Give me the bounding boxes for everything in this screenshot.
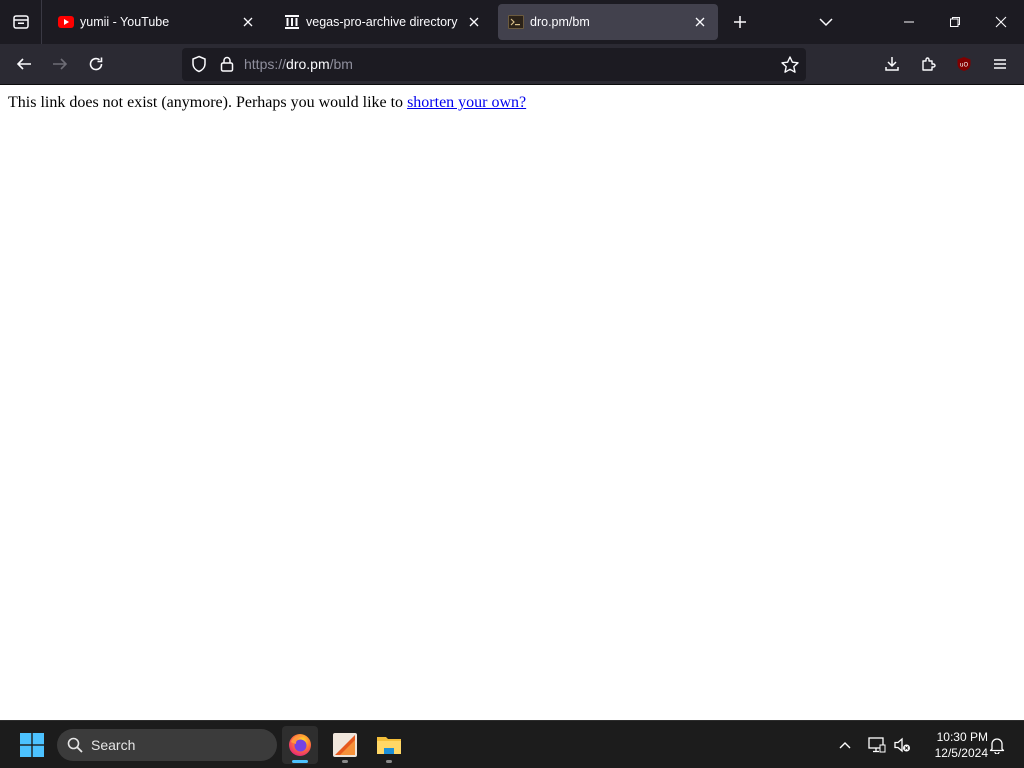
close-icon: [995, 16, 1007, 28]
taskbar-clock[interactable]: 10:30 PM 12/5/2024: [918, 729, 988, 761]
shorten-link[interactable]: shorten your own?: [407, 94, 526, 111]
tab-strip: yumii - YouTube vegas-pro-archive direct…: [0, 0, 1024, 44]
show-hidden-icons-button[interactable]: [833, 733, 857, 757]
extensions-button[interactable]: [914, 50, 942, 78]
minimize-icon: [904, 21, 914, 23]
running-indicator: [386, 760, 392, 763]
chevron-down-icon: [819, 18, 833, 27]
search-icon: [67, 737, 83, 753]
network-status-button[interactable]: [865, 733, 889, 757]
vegas-pro-icon: [333, 733, 357, 757]
tab-title: dro.pm/bm: [530, 15, 590, 29]
download-icon: [885, 57, 899, 71]
bookmark-star-icon[interactable]: [780, 55, 800, 75]
lock-icon[interactable]: [218, 55, 236, 73]
url-bar[interactable]: https://dro.pm/bm: [182, 48, 806, 81]
puzzle-icon: [922, 57, 936, 71]
youtube-icon: [58, 14, 74, 30]
firefox-view-icon: [12, 15, 29, 29]
downloads-button[interactable]: [878, 50, 906, 78]
reload-button[interactable]: [82, 50, 110, 78]
windows-start-icon[interactable]: [20, 733, 44, 757]
new-tab-button[interactable]: [728, 10, 752, 34]
tab-title: yumii - YouTube: [80, 15, 170, 29]
tab-close-icon[interactable]: [240, 14, 256, 30]
firefox-icon: [289, 734, 311, 756]
terminal-icon: [508, 14, 524, 30]
windows-taskbar: Search 10:30 PM 12/5/2024: [0, 720, 1024, 768]
hamburger-menu-icon: [994, 59, 1006, 69]
app-menu-button[interactable]: [986, 50, 1014, 78]
arrow-left-icon: [16, 58, 31, 70]
speaker-muted-icon: [894, 737, 910, 753]
network-icon: [868, 737, 886, 753]
arrow-right-icon: [53, 58, 68, 70]
notifications-button[interactable]: [985, 733, 1009, 757]
forward-button[interactable]: [46, 50, 74, 78]
clock-date: 12/5/2024: [934, 746, 988, 760]
running-indicator: [342, 760, 348, 763]
minimize-button[interactable]: [886, 0, 932, 44]
chevron-up-icon: [839, 742, 851, 749]
bell-icon: [989, 738, 1005, 754]
taskbar-vegas-pro[interactable]: [327, 726, 363, 764]
restore-icon: [950, 17, 960, 27]
tab-title: vegas-pro-archive directory listing: [306, 15, 460, 29]
firefox-view-button[interactable]: [0, 0, 42, 44]
taskbar-file-explorer[interactable]: [371, 726, 407, 764]
svg-text:uO: uO: [960, 62, 969, 69]
tab-close-icon[interactable]: [692, 14, 708, 30]
navigation-toolbar: https://dro.pm/bm uO: [0, 44, 1024, 85]
restore-button[interactable]: [932, 0, 978, 44]
taskbar-firefox[interactable]: [282, 726, 318, 764]
volume-button[interactable]: [890, 733, 914, 757]
url-text[interactable]: https://dro.pm/bm: [244, 56, 353, 72]
tab-archive[interactable]: vegas-pro-archive directory listing: [274, 4, 492, 40]
tab-youtube[interactable]: yumii - YouTube: [48, 4, 266, 40]
search-label: Search: [91, 737, 136, 753]
back-button[interactable]: [10, 50, 38, 78]
tab-dro-pm[interactable]: dro.pm/bm: [498, 4, 718, 40]
folder-icon: [377, 737, 401, 754]
taskbar-search[interactable]: Search: [57, 729, 277, 761]
plus-icon: [734, 16, 746, 28]
error-message-text: This link does not exist (anymore). Perh…: [8, 94, 408, 111]
page-content: This link does not exist (anymore). Perh…: [0, 85, 1024, 720]
list-all-tabs-button[interactable]: [814, 10, 838, 34]
archive-org-icon: [284, 14, 300, 30]
active-indicator: [292, 760, 308, 763]
ublock-origin-icon: uO: [957, 57, 971, 71]
tab-close-icon[interactable]: [466, 14, 482, 30]
close-window-button[interactable]: [978, 0, 1024, 44]
clock-time: 10:30 PM: [936, 730, 988, 744]
ublock-origin-button[interactable]: uO: [950, 50, 978, 78]
reload-icon: [89, 57, 103, 71]
shield-icon[interactable]: [190, 55, 208, 73]
error-message: This link does not exist (anymore). Perh…: [8, 94, 526, 112]
